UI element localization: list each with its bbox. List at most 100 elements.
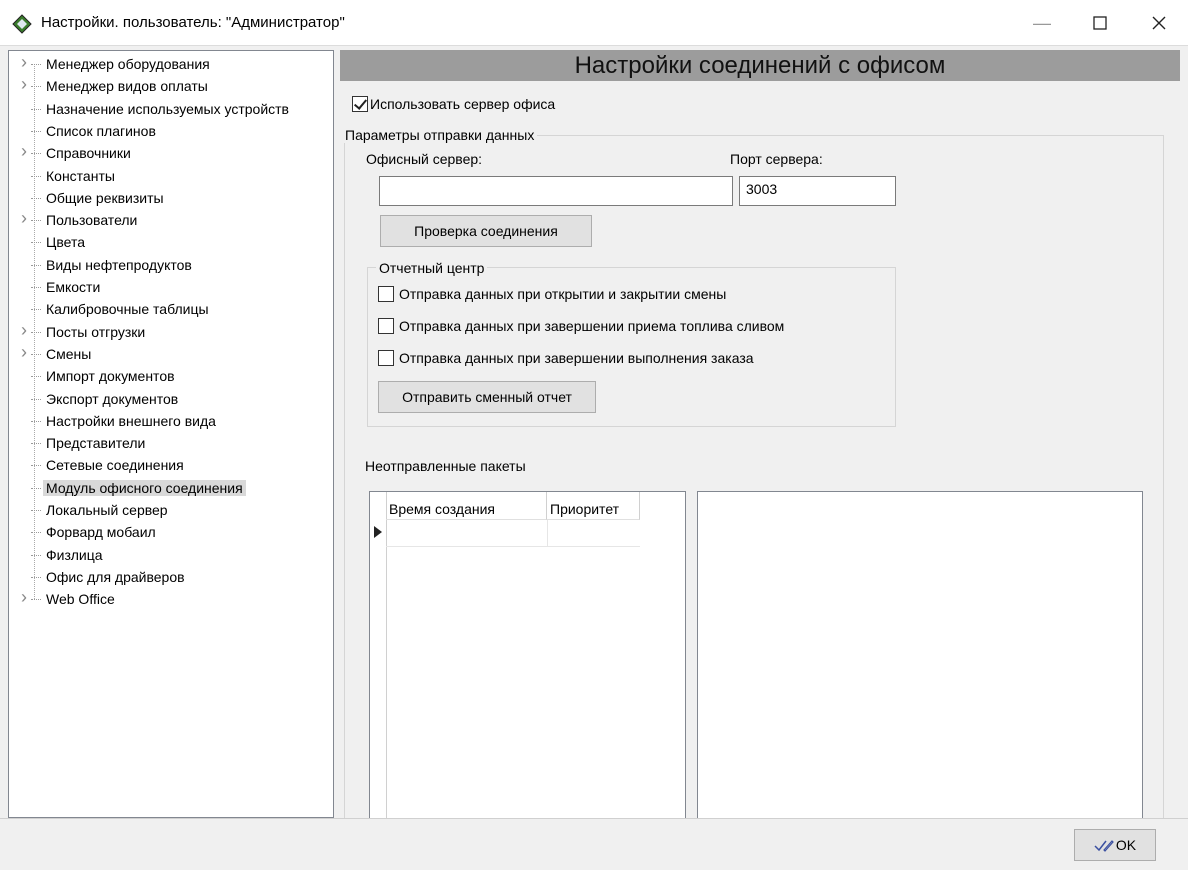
expand-chevron-icon[interactable]: › [21, 53, 33, 71]
tree-connector [31, 130, 41, 132]
tree-item-label: Цвета [46, 234, 85, 251]
content-panel: Настройки соединений с офисом Использова… [340, 50, 1180, 835]
tree-connector [31, 554, 41, 556]
tree-item-label: Константы [46, 167, 115, 184]
tree-item-label: Экспорт документов [46, 390, 179, 407]
expand-chevron-icon[interactable]: › [21, 588, 33, 606]
app-logo-icon [12, 14, 32, 34]
maximize-icon[interactable] [1071, 0, 1129, 46]
ok-button[interactable]: OK [1074, 829, 1156, 861]
expand-chevron-icon[interactable]: › [21, 321, 33, 339]
tree-connector [31, 175, 41, 177]
tree-connector [31, 487, 41, 489]
tree-item[interactable]: Назначение используемых устройств [9, 99, 333, 121]
send-on-fuel-drain-label: Отправка данных при завершении приема то… [399, 318, 785, 334]
tree-item[interactable]: › Пользователи [9, 209, 333, 232]
tree-item[interactable]: › Web Office [9, 588, 333, 611]
tree-item-label: Менеджер видов оплаты [46, 78, 208, 95]
tree-connector [31, 376, 41, 378]
tree-connector [31, 64, 41, 65]
tree-item[interactable]: Форвард мобаил [9, 522, 333, 544]
tree-connector [31, 420, 41, 422]
table-row[interactable] [386, 520, 640, 547]
tree-item-label: Локальный сервер [46, 502, 168, 518]
tree-item-label: Менеджер оборудования [46, 56, 210, 72]
tree-item[interactable]: Цвета [9, 232, 333, 254]
expand-chevron-icon[interactable]: › [21, 75, 33, 93]
tree-connector [31, 576, 41, 578]
tree-item[interactable]: Настройки внешнего вида [9, 411, 333, 433]
tree-connector [31, 220, 41, 222]
tree-item[interactable]: › Смены [9, 343, 333, 366]
tree-connector [31, 398, 41, 400]
server-port-input[interactable]: 3003 [739, 176, 896, 206]
tree-item[interactable]: Офис для драйверов [9, 567, 333, 589]
tree-connector [31, 309, 41, 311]
window-title: Настройки. пользователь: "Администратор" [41, 14, 345, 31]
tree-item-label: Форвард мобаил [46, 524, 156, 541]
column-header-priority[interactable]: Приоритет [547, 492, 640, 520]
tree-connector [31, 465, 41, 467]
tree-item-label: Импорт документов [46, 368, 175, 385]
tree-connector [31, 510, 41, 511]
send-on-fuel-drain-checkbox[interactable] [378, 318, 394, 334]
tree-item[interactable]: Константы [9, 166, 333, 188]
settings-tree[interactable]: › Менеджер оборудования › Менеджер видов оп… [8, 50, 334, 818]
send-on-shift-open-close-label: Отправка данных при открытии и закрытии … [399, 286, 727, 302]
ok-label: OK [1115, 837, 1137, 853]
tree-item[interactable]: › Менеджер видов оплаты [9, 75, 333, 98]
tree-item[interactable]: Емкости [9, 277, 333, 299]
tree-connector [31, 599, 41, 601]
tree-item[interactable]: Общие реквизиты [9, 188, 333, 210]
tree-item-label: Физлица [46, 546, 103, 563]
send-params-title: Параметры отправки данных [342, 127, 538, 143]
bottom-bar: OK [0, 818, 1188, 870]
expand-chevron-icon[interactable]: › [21, 209, 33, 227]
tree-item[interactable]: Представители [9, 433, 333, 455]
tree-item[interactable]: Импорт документов [9, 366, 333, 388]
tree-connector [31, 86, 41, 88]
packet-details-memo[interactable] [697, 491, 1143, 821]
tree-connector [31, 287, 41, 288]
tree-item[interactable]: Физлица [9, 545, 333, 567]
tree-item-label: Смены [46, 345, 92, 362]
minimize-icon[interactable]: — [1013, 0, 1071, 46]
send-on-order-complete-checkbox[interactable] [378, 350, 394, 366]
tree-item[interactable]: › Справочники [9, 142, 333, 165]
use-office-server-checkbox[interactable] [352, 96, 368, 112]
tree-connector [31, 443, 41, 445]
tree-item[interactable]: Экспорт документов [9, 389, 333, 411]
tree-item[interactable]: › Менеджер оборудования [9, 53, 333, 76]
tree-item[interactable]: Список плагинов [9, 121, 333, 143]
tree-connector [31, 353, 41, 355]
tree-connector [31, 532, 41, 534]
cell-divider [547, 520, 548, 546]
tree-item-label: Назначение используемых устройств [46, 100, 289, 117]
check-connection-button[interactable]: Проверка соединения [380, 215, 592, 247]
send-shift-report-button[interactable]: Отправить сменный отчет [378, 381, 596, 413]
tree-item[interactable]: Модуль офисного соединения [9, 478, 333, 500]
office-server-label: Офисный сервер: [366, 151, 483, 167]
tree-item[interactable]: › Посты отгрузки [9, 321, 333, 344]
grid-row-header [370, 492, 387, 822]
tree-connector [31, 331, 41, 333]
tree-item[interactable]: Калибровочные таблицы [9, 299, 333, 321]
tree-connector [31, 264, 41, 266]
tree-item-label: Настройки внешнего вида [46, 412, 216, 429]
column-header-created[interactable]: Время создания [386, 492, 547, 520]
unsent-packets-grid[interactable]: Время создания Приоритет [369, 491, 686, 822]
tree-item-label: Модуль офисного соединения [43, 479, 246, 496]
tree-item[interactable]: Сетевые соединения [9, 455, 333, 477]
tree-item[interactable]: Локальный сервер [9, 500, 333, 522]
send-on-shift-open-close-checkbox[interactable] [378, 286, 394, 302]
expand-chevron-icon[interactable]: › [21, 343, 33, 361]
tree-connector [31, 153, 41, 155]
use-office-server-label: Использовать сервер офиса [370, 96, 556, 112]
tree-connector [31, 108, 41, 110]
office-server-input[interactable] [379, 176, 733, 206]
close-icon[interactable] [1130, 0, 1188, 46]
expand-chevron-icon[interactable]: › [21, 142, 33, 160]
tree-item-label: Web Office [46, 591, 115, 608]
tree-item[interactable]: Виды нефтепродуктов [9, 255, 333, 277]
tree-connector [31, 242, 41, 244]
